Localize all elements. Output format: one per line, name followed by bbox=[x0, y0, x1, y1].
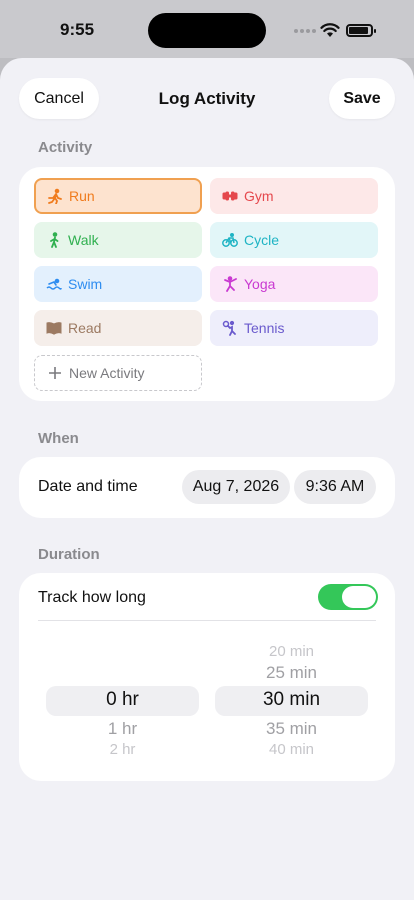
activity-card: Run Gym Walk Cycle Swim Yoga Read Tennis New Ac… bbox=[19, 167, 395, 401]
activity-chip-tennis[interactable]: Tennis bbox=[210, 310, 378, 346]
activity-chip-label: Yoga bbox=[244, 276, 276, 292]
track-duration-label: Track how long bbox=[38, 589, 146, 606]
status-time: 9:55 bbox=[60, 20, 95, 39]
bicycle-icon bbox=[222, 232, 238, 248]
yoga-icon bbox=[222, 276, 238, 292]
activity-chip-label: Read bbox=[68, 320, 102, 336]
activity-chip-label: Run bbox=[69, 188, 95, 204]
dumbbell-icon bbox=[222, 188, 238, 204]
new-activity-label: New Activity bbox=[69, 365, 145, 381]
activity-chip-yoga[interactable]: Yoga bbox=[210, 266, 378, 302]
duration-card: Track how long 0 hr 1 hr 2 hr 20 min 25 … bbox=[19, 573, 395, 781]
minutes-option[interactable]: 30 min bbox=[215, 689, 368, 711]
activity-section-label: Activity bbox=[38, 139, 93, 156]
hours-option[interactable]: 0 hr bbox=[46, 689, 199, 711]
date-time-label: Date and time bbox=[38, 478, 138, 495]
activity-chip-gym[interactable]: Gym bbox=[210, 178, 378, 214]
track-duration-toggle[interactable] bbox=[318, 584, 378, 610]
plus-icon bbox=[47, 365, 63, 381]
activity-chip-label: Walk bbox=[68, 232, 99, 248]
tennis-icon bbox=[222, 320, 238, 336]
minutes-option[interactable]: 20 min bbox=[215, 643, 368, 660]
divider bbox=[38, 620, 376, 621]
hours-option[interactable]: 2 hr bbox=[46, 741, 199, 758]
date-button[interactable]: Aug 7, 2026 bbox=[182, 470, 290, 504]
duration-section-label: Duration bbox=[38, 546, 100, 563]
swim-icon bbox=[46, 276, 62, 292]
time-button[interactable]: 9:36 AM bbox=[294, 470, 376, 504]
walk-icon bbox=[46, 232, 62, 248]
run-icon bbox=[47, 188, 63, 204]
when-section-label: When bbox=[38, 430, 79, 447]
activity-chip-cycle[interactable]: Cycle bbox=[210, 222, 378, 258]
activity-chip-walk[interactable]: Walk bbox=[34, 222, 202, 258]
hours-option[interactable]: 1 hr bbox=[46, 719, 199, 739]
activity-chip-label: Gym bbox=[244, 188, 274, 204]
activity-chip-label: Tennis bbox=[244, 320, 285, 336]
activity-chip-read[interactable]: Read bbox=[34, 310, 202, 346]
book-icon bbox=[46, 320, 62, 336]
battery-icon bbox=[346, 24, 376, 37]
activity-chip-run[interactable]: Run bbox=[34, 178, 202, 214]
log-activity-sheet: Cancel Log Activity Save Activity Run Gym… bbox=[0, 58, 414, 900]
save-button[interactable]: Save bbox=[329, 78, 395, 119]
activity-chip-label: Cycle bbox=[244, 232, 280, 248]
minutes-option[interactable]: 40 min bbox=[215, 741, 368, 758]
minutes-option[interactable]: 35 min bbox=[215, 719, 368, 739]
dynamic-island bbox=[148, 13, 266, 48]
when-card: Date and time Aug 7, 2026 9:36 AM bbox=[19, 457, 395, 518]
wifi-icon bbox=[320, 23, 340, 37]
new-activity-button[interactable]: New Activity bbox=[34, 355, 202, 391]
cellular-signal-icon bbox=[294, 29, 316, 33]
minutes-option[interactable]: 25 min bbox=[215, 663, 368, 683]
status-bar: 9:55 bbox=[0, 0, 414, 58]
activity-chip-label: Swim bbox=[68, 276, 103, 292]
activity-chip-swim[interactable]: Swim bbox=[34, 266, 202, 302]
